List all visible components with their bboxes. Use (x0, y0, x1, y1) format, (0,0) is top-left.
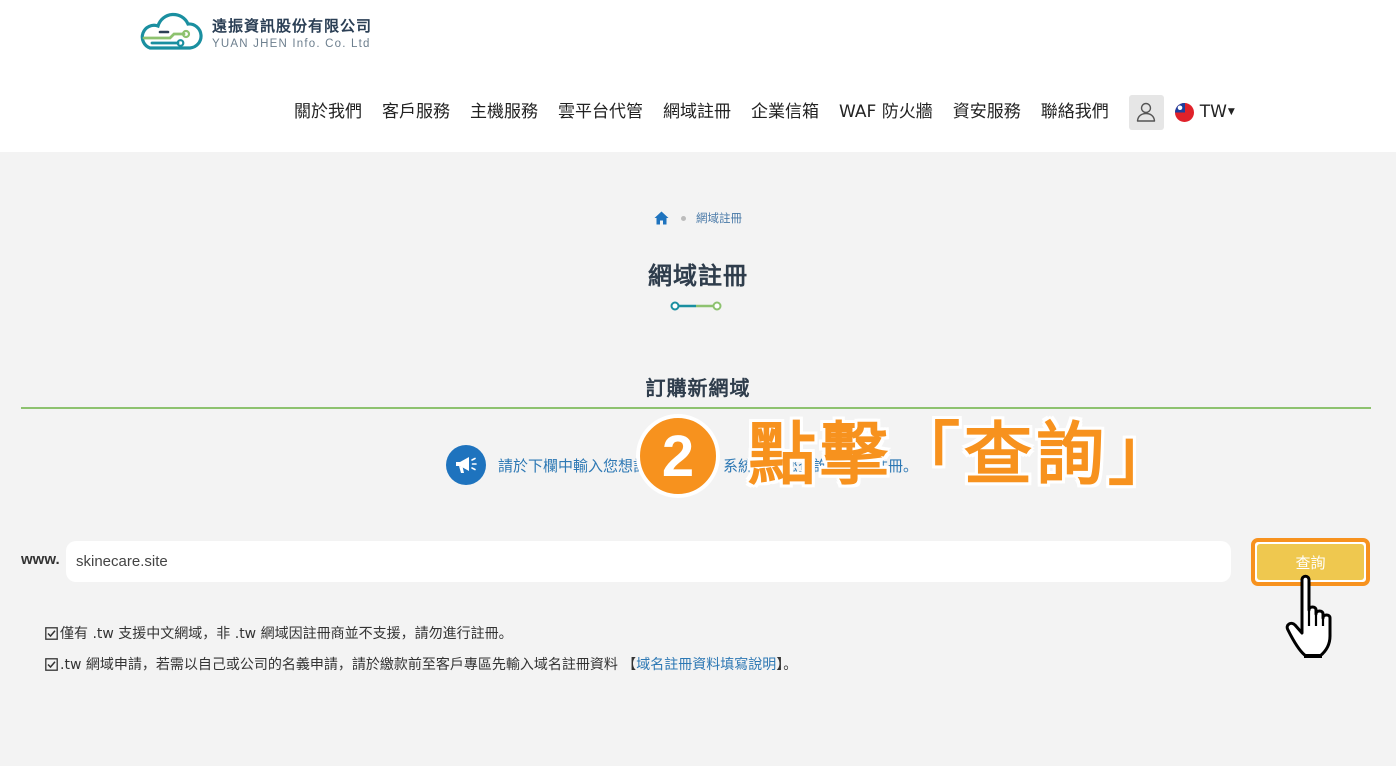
cloud-circuit-logo-icon (140, 12, 203, 50)
user-account-button[interactable] (1128, 94, 1164, 130)
tutorial-overlay: 2 點擊「查詢」 (636, 414, 1180, 498)
company-name-cn: 遠振資訊股份有限公司 (212, 16, 373, 35)
note-text-tw-application: .tw 網域申請，若需以自己或公司的名義申請，請於繳款前至客戶專區先輸入域名註冊… (60, 657, 637, 673)
nav-domain-registration[interactable]: 網域註冊 (663, 94, 731, 130)
user-icon (1137, 102, 1156, 122)
hand-pointer-cursor-icon (1285, 574, 1332, 658)
language-label: TW (1199, 102, 1227, 122)
step-number-badge: 2 (636, 414, 720, 498)
company-logo[interactable]: 遠振資訊股份有限公司 YUAN JHEN Info. Co. Ltd (140, 12, 372, 56)
checkbox-checked-icon (45, 657, 58, 671)
note-text-chinese-domains: 僅有 .tw 支援中文網域，非 .tw 網域因註冊商並不支援，請勿進行註冊。 (60, 626, 513, 642)
company-name-en: YUAN JHEN Info. Co. Ltd (212, 37, 371, 50)
checkbox-checked-icon (45, 626, 58, 640)
breadcrumb-separator (681, 215, 686, 221)
www-prefix: www. (21, 551, 60, 568)
nav-cloud-management[interactable]: 雲平台代管 (558, 94, 643, 130)
main-nav: 關於我們 客戶服務 主機服務 雲平台代管 網域註冊 企業信箱 WAF 防火牆 資… (284, 94, 1235, 130)
nav-hosting[interactable]: 主機服務 (470, 94, 538, 130)
note-item: .tw 網域申請，若需以自己或公司的名義申請，請於繳款前至客戶專區先輸入域名註冊… (45, 654, 797, 674)
breadcrumb: 網域註冊 (0, 210, 1396, 226)
tutorial-callout: 點擊「查詢」 (748, 416, 1181, 495)
section-divider (21, 407, 1371, 409)
megaphone-icon (446, 445, 486, 485)
domain-search-input[interactable] (66, 541, 1231, 582)
note-text-suffix: 】。 (776, 657, 798, 673)
site-header: 遠振資訊股份有限公司 YUAN JHEN Info. Co. Ltd 關於我們 … (0, 0, 1396, 152)
title-underline-decoration (670, 301, 722, 311)
nav-contact[interactable]: 聯絡我們 (1041, 94, 1109, 130)
note-item: 僅有 .tw 支援中文網域，非 .tw 網域因註冊商並不支援，請勿進行註冊。 (45, 623, 797, 643)
nav-waf-firewall[interactable]: WAF 防火牆 (839, 94, 933, 130)
nav-security-services[interactable]: 資安服務 (953, 94, 1021, 130)
caret-down-icon: ▼ (1227, 107, 1235, 117)
registration-notes: 僅有 .tw 支援中文網域，非 .tw 網域因註冊商並不支援，請勿進行註冊。 .… (45, 623, 797, 685)
page-title: 網域註冊 (648, 262, 748, 290)
domain-info-guide-link[interactable]: 域名註冊資料填寫說明 (636, 654, 776, 674)
breadcrumb-current: 網域註冊 (696, 211, 742, 225)
language-selector[interactable]: TW ▼ (1174, 102, 1235, 122)
nav-business-email[interactable]: 企業信箱 (751, 94, 819, 130)
nav-customer-service[interactable]: 客戶服務 (382, 94, 450, 130)
nav-about[interactable]: 關於我們 (294, 94, 362, 130)
home-icon[interactable] (654, 211, 669, 225)
taiwan-flag-icon (1174, 102, 1194, 122)
section-title: 訂購新網域 (645, 376, 751, 400)
